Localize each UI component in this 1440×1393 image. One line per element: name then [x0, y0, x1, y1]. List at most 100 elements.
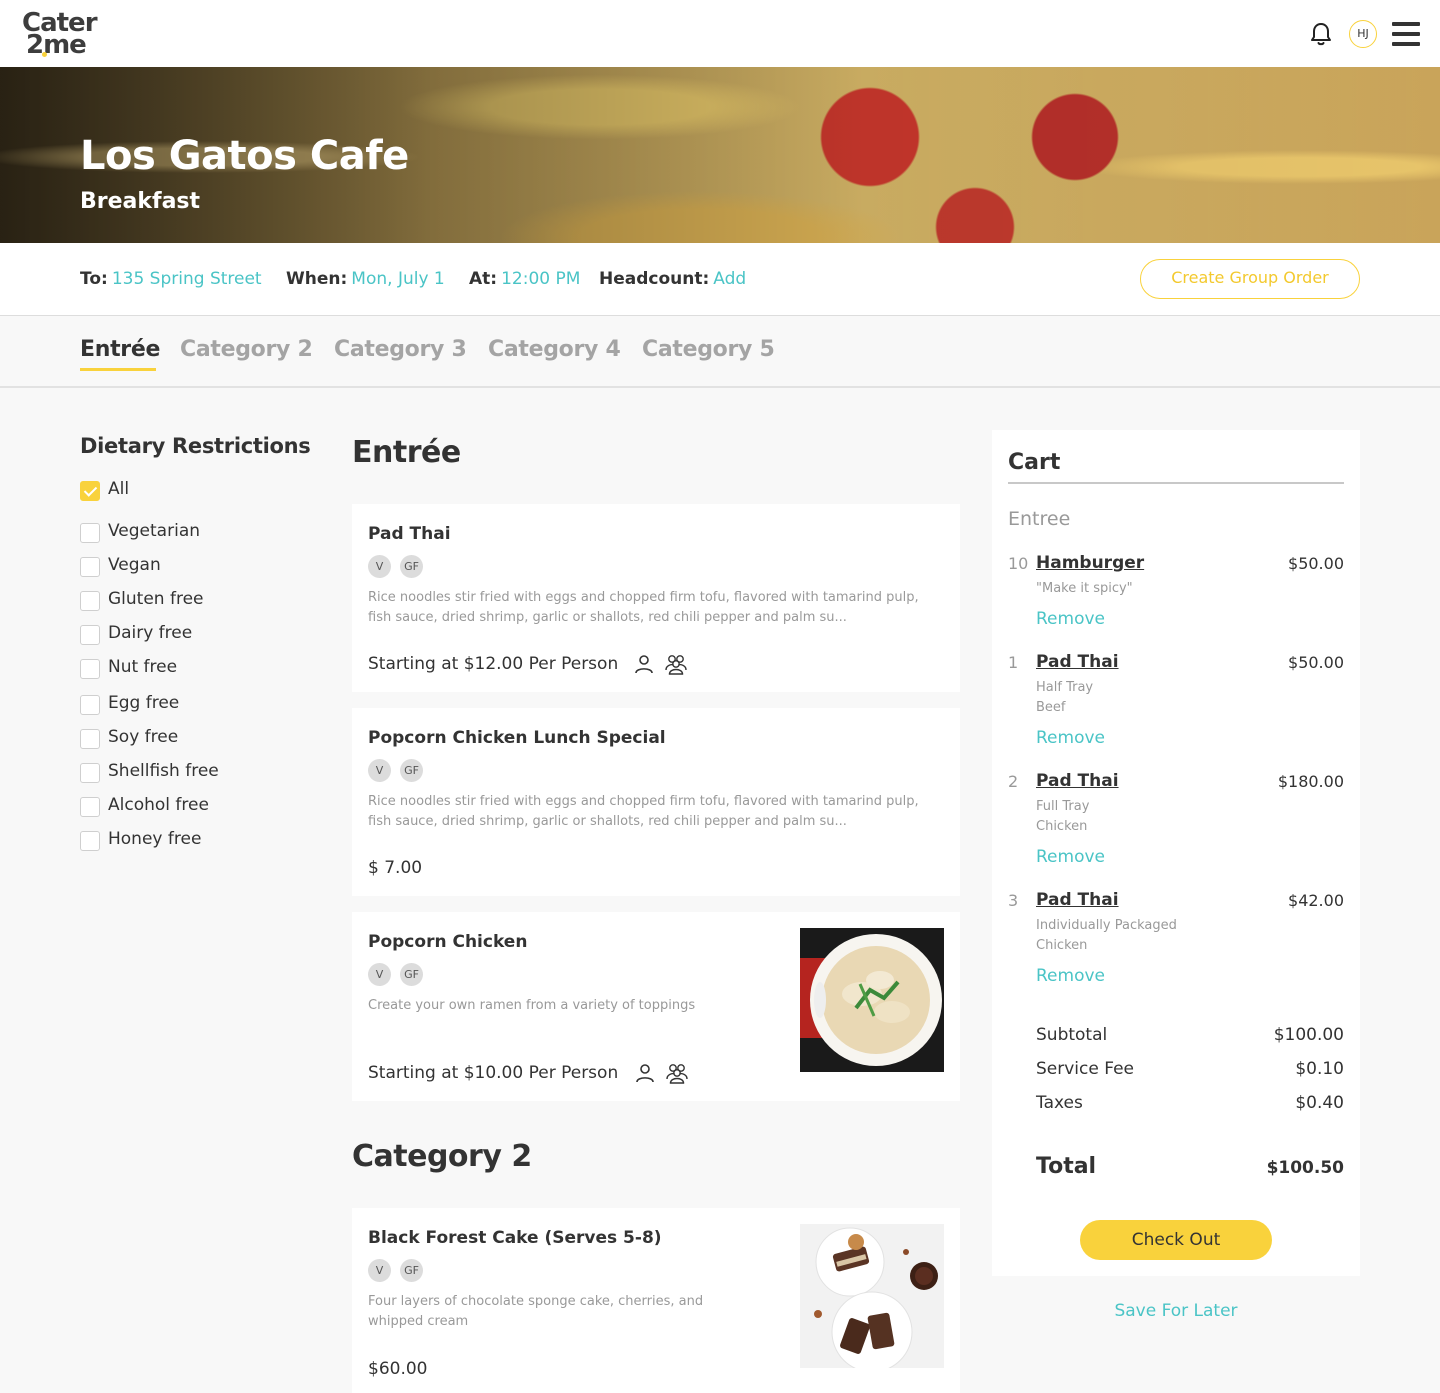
cart-item-price: $180.00 — [1277, 772, 1344, 791]
cart-item-note: Individually Packaged — [1036, 918, 1177, 933]
menu-item-name: Pad Thai — [368, 524, 451, 544]
menu-item-description: Rice noodles stir fried with eggs and ch… — [368, 794, 919, 829]
dietary-filter-all[interactable]: All — [80, 479, 300, 501]
at-label: At: — [469, 269, 498, 289]
taxes-label: Taxes — [1036, 1093, 1083, 1113]
menu-item-description: Four layers of chocolate sponge cake, ch… — [368, 1294, 704, 1329]
cart-item-note: "Make it spicy" — [1036, 581, 1133, 596]
cart-panel: Cart Entree 10 Hamburger $50.00 "Make it… — [992, 430, 1360, 1276]
checkout-button[interactable]: Check Out — [1080, 1220, 1272, 1260]
cart-item-name[interactable]: Hamburger — [1036, 553, 1144, 573]
subtotal-value: $100.00 — [1273, 1025, 1344, 1045]
save-for-later-link[interactable]: Save For Later — [1076, 1301, 1276, 1321]
cart-item-quantity: 2 — [1008, 772, 1019, 791]
tab-category-2[interactable]: Category 2 — [180, 337, 313, 362]
headcount-label: Headcount: — [599, 269, 710, 289]
section-title-entree: Entrée — [352, 435, 461, 470]
checkbox[interactable] — [80, 591, 100, 611]
checkbox[interactable] — [80, 625, 100, 645]
menu-item-card[interactable]: Popcorn Chicken Lunch Special V GF Rice … — [352, 708, 960, 896]
checkbox[interactable] — [80, 695, 100, 715]
cart-item-quantity: 10 — [1008, 554, 1029, 573]
tab-category-5[interactable]: Category 5 — [642, 337, 775, 362]
subtotal-label: Subtotal — [1036, 1025, 1108, 1045]
menu-item-card[interactable]: Black Forest Cake (Serves 5-8) V GF Four… — [352, 1208, 960, 1393]
group-icon — [665, 655, 687, 675]
cart-item-note: Chicken — [1036, 938, 1088, 953]
restaurant-name: Los Gatos Cafe — [80, 133, 409, 179]
filter-label: Soy free — [108, 727, 179, 747]
cart-item-quantity: 3 — [1008, 891, 1019, 910]
vegetarian-badge: V — [368, 759, 391, 782]
user-avatar[interactable]: HJ — [1349, 20, 1377, 48]
cart-title: Cart — [1008, 450, 1061, 475]
section-title-category-2: Category 2 — [352, 1139, 532, 1174]
filter-label: Shellfish free — [108, 761, 219, 781]
checkbox[interactable] — [80, 659, 100, 679]
cart-item-note: Beef — [1036, 700, 1066, 715]
hamburger-menu-icon[interactable] — [1392, 22, 1420, 46]
meal-type: Breakfast — [80, 189, 201, 214]
checkbox[interactable] — [80, 481, 100, 501]
create-group-order-button[interactable]: Create Group Order — [1140, 259, 1360, 299]
delivery-time: At: 12:00 PM — [469, 269, 580, 289]
delivery-address: To: 135 Spring Street — [80, 269, 262, 289]
menu-item-price: $60.00 — [368, 1359, 428, 1379]
address-link[interactable]: 135 Spring Street — [112, 269, 262, 289]
cart-item-name[interactable]: Pad Thai — [1036, 890, 1119, 910]
menu-item-price: Starting at $10.00 Per Person — [368, 1063, 619, 1083]
date-link[interactable]: Mon, July 1 — [351, 269, 444, 289]
cater2me-logo[interactable]: Cater 2me — [22, 8, 104, 60]
dietary-filter-honey-free[interactable]: Honey free — [80, 829, 300, 851]
total-label: Total — [1036, 1154, 1097, 1179]
dietary-filter-dairy-free[interactable]: Dairy free — [80, 623, 300, 645]
dietary-filter-vegan[interactable]: Vegan — [80, 555, 300, 577]
dietary-filter-vegetarian[interactable]: Vegetarian — [80, 521, 300, 543]
menu-item-price: Starting at $12.00 Per Person — [368, 654, 619, 674]
remove-item-button[interactable]: Remove — [1036, 847, 1105, 867]
bell-icon[interactable] — [1309, 21, 1333, 47]
checkbox[interactable] — [80, 557, 100, 577]
gluten-free-badge: GF — [400, 759, 423, 782]
menu-item-card[interactable]: Pad Thai V GF Rice noodles stir fried wi… — [352, 504, 960, 692]
filter-label: Vegan — [108, 555, 161, 575]
gluten-free-badge: GF — [400, 555, 423, 578]
logo-dot — [42, 52, 47, 57]
tab-category-3[interactable]: Category 3 — [334, 337, 467, 362]
cart-item-quantity: 1 — [1008, 653, 1019, 672]
dietary-filter-soy-free[interactable]: Soy free — [80, 727, 300, 749]
remove-item-button[interactable]: Remove — [1036, 609, 1105, 629]
filter-label: Nut free — [108, 657, 178, 677]
checkbox[interactable] — [80, 523, 100, 543]
dietary-filter-egg-free[interactable]: Egg free — [80, 693, 300, 715]
ramen-bowl-photo — [800, 928, 944, 1072]
headcount-add-link[interactable]: Add — [713, 269, 746, 289]
dietary-filter-shellfish-free[interactable]: Shellfish free — [80, 761, 300, 783]
menu-item-description: Create your own ramen from a variety of … — [368, 998, 696, 1013]
dietary-filter-gluten-free[interactable]: Gluten free — [80, 589, 300, 611]
menu-item-description: Rice noodles stir fried with eggs and ch… — [368, 590, 919, 625]
dietary-filter-nut-free[interactable]: Nut free — [80, 657, 300, 679]
dietary-restrictions-title: Dietary Restrictions — [80, 434, 311, 458]
dietary-filter-alcohol-free[interactable]: Alcohol free — [80, 795, 300, 817]
time-link[interactable]: 12:00 PM — [501, 269, 580, 289]
remove-item-button[interactable]: Remove — [1036, 728, 1105, 748]
cart-item-name[interactable]: Pad Thai — [1036, 771, 1119, 791]
vegetarian-badge: V — [368, 1259, 391, 1282]
active-tab-indicator — [80, 368, 156, 371]
cart-item-price: $42.00 — [1288, 891, 1344, 910]
checkbox[interactable] — [80, 831, 100, 851]
remove-item-button[interactable]: Remove — [1036, 966, 1105, 986]
taxes-value: $0.40 — [1295, 1093, 1344, 1113]
vegetarian-badge: V — [368, 555, 391, 578]
checkbox[interactable] — [80, 797, 100, 817]
menu-item-card[interactable]: Popcorn Chicken V GF Create your own ram… — [352, 912, 960, 1101]
checkbox[interactable] — [80, 729, 100, 749]
tab-category-4[interactable]: Category 4 — [488, 337, 621, 362]
checkbox[interactable] — [80, 763, 100, 783]
vegetarian-badge: V — [368, 963, 391, 986]
person-icon — [636, 1064, 654, 1083]
cart-item-name[interactable]: Pad Thai — [1036, 652, 1119, 672]
chocolate-cake-photo — [800, 1224, 944, 1368]
tab-entree[interactable]: Entrée — [80, 337, 160, 362]
